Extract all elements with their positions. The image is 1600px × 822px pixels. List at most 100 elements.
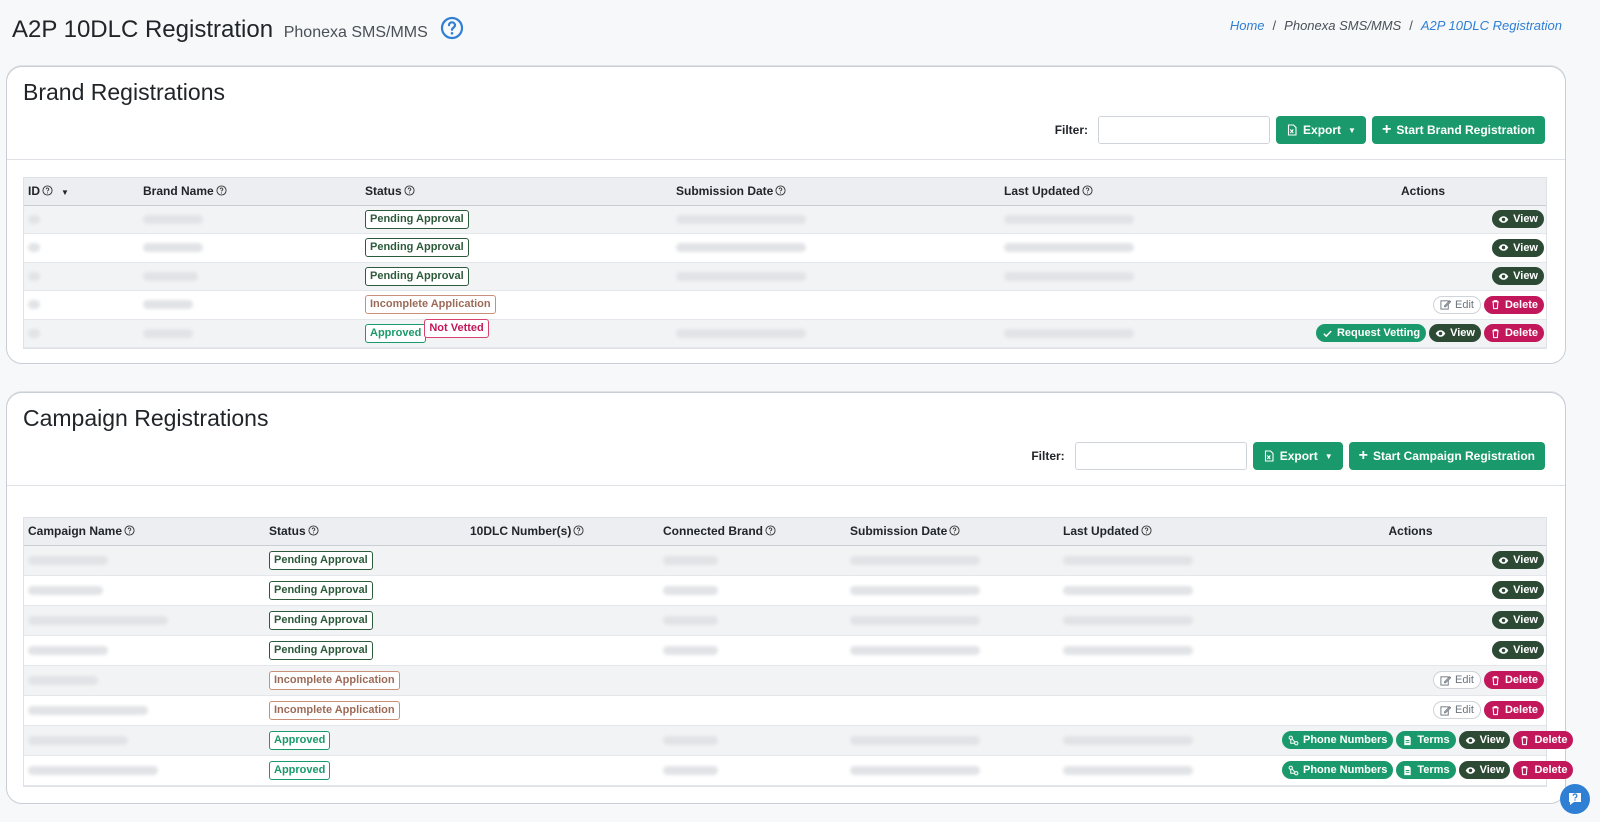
start-brand-registration-button[interactable]: + Start Brand Registration [1371,116,1545,144]
edit-button[interactable]: Edit [1433,701,1481,719]
redacted-value [143,214,203,224]
view-button[interactable]: View [1492,611,1544,629]
submission-date-cell [846,545,1059,576]
campaign-filter-input[interactable] [1074,442,1247,470]
question-circle-icon [216,185,227,196]
view-button-label: View [1513,241,1538,254]
actions-cell: Edit Delete [1275,695,1546,726]
request-vetting-button-label: Request Vetting [1336,327,1421,340]
table-row: Approved Phone Numbers Terms View Delete [24,755,1574,786]
eye-icon [1465,766,1475,774]
redacted-value [1063,555,1193,565]
connected-brand-cell [659,695,846,726]
column-header-submission-date: Submission Date [846,518,1059,546]
table-row: Pending Approval View [24,575,1546,606]
status-cell: Approved [265,755,466,786]
column-header-actions: Actions [1300,178,1546,206]
start-campaign-registration-button[interactable]: + Start Campaign Registration [1348,442,1545,470]
view-button[interactable]: View [1492,267,1544,286]
view-button-label: View [1450,327,1475,340]
brand-name-cell [139,319,361,348]
status-badge: Approved [269,760,331,780]
actions-cell: View [1300,233,1546,263]
sort-desc-icon[interactable]: ▼ [61,188,69,197]
status-badge: Pending Approval [365,266,469,286]
view-button[interactable]: View [1429,324,1481,343]
redacted-value [28,300,40,310]
view-button[interactable]: View [1492,238,1544,257]
breadcrumb-home[interactable]: Home [1230,18,1265,33]
delete-button[interactable]: Delete [1513,731,1574,749]
delete-button[interactable]: Delete [1513,761,1574,779]
question-circle-icon[interactable] [440,16,464,40]
submission-date-cell [672,262,1000,291]
breadcrumb-current[interactable]: A2P 10DLC Registration [1421,18,1562,33]
phone-numbers-icon [1288,765,1299,775]
request-vetting-button[interactable]: Request Vetting [1315,324,1427,343]
brand-table-header-row: ID ▼ Brand Name Status Submission Date La… [24,178,1546,206]
10dlc-numbers-cell [466,575,659,606]
delete-button[interactable]: Delete [1483,295,1544,314]
redacted-value [28,214,40,224]
last-updated-cell [1000,319,1300,348]
redacted-value [663,555,718,565]
column-header-id[interactable]: ID ▼ [24,178,139,206]
eye-icon [1498,244,1509,252]
question-circle-icon [775,185,786,196]
question-circle-icon [124,525,135,536]
actions-cell: View [1300,262,1546,291]
file-excel-icon [1264,450,1274,462]
breadcrumb-separator: / [1409,18,1413,33]
edit-button-label: Edit [1455,704,1474,716]
edit-button[interactable]: Edit [1433,671,1481,689]
edit-button[interactable]: Edit [1433,295,1481,314]
connected-brand-cell [659,605,846,636]
brand-export-button[interactable]: Export ▼ [1276,116,1366,144]
last-updated-cell [1059,695,1275,726]
breadcrumb: Home / Phonexa SMS/MMS / A2P 10DLC Registrat… [1230,18,1562,33]
column-header-connected-brand: Connected Brand [659,518,846,546]
status-badge: Pending Approval [269,550,373,570]
view-button[interactable]: View [1492,210,1544,229]
terms-button[interactable]: Terms [1396,761,1456,779]
view-button-label: View [1513,554,1538,566]
redacted-value [676,214,806,224]
connected-brand-cell [659,545,846,576]
delete-button[interactable]: Delete [1483,671,1544,689]
view-button[interactable]: View [1492,551,1544,569]
table-row: Pending Approval View [24,635,1546,666]
view-button[interactable]: View [1492,581,1544,599]
question-circle-icon [1141,525,1152,536]
breadcrumb-sms-mms: Phonexa SMS/MMS [1284,18,1402,33]
10dlc-numbers-cell [466,605,659,636]
phone-numbers-button[interactable]: Phone Numbers [1282,761,1394,779]
phone-numbers-icon [1288,735,1299,745]
delete-button-label: Delete [1504,327,1538,340]
view-button[interactable]: View [1458,731,1511,749]
delete-button[interactable]: Delete [1483,324,1544,343]
redacted-value [28,271,40,281]
terms-button[interactable]: Terms [1396,731,1456,749]
delete-button[interactable]: Delete [1483,701,1544,719]
redacted-value [676,328,806,338]
view-button[interactable]: View [1458,761,1511,779]
status-badge: Approved [269,730,331,750]
delete-button-label: Delete [1504,298,1538,311]
actions-cell: Edit Delete [1275,665,1546,696]
redacted-value [28,615,168,625]
edit-button-label: Edit [1455,674,1474,686]
chevron-down-icon: ▼ [1348,125,1356,135]
status-cell: Pending Approval [265,575,466,606]
view-button-label: View [1479,734,1505,746]
delete-button-label: Delete [1504,704,1538,716]
brand-filter-input[interactable] [1098,116,1271,144]
phone-numbers-button[interactable]: Phone Numbers [1282,731,1394,749]
last-updated-cell [1059,665,1275,696]
campaign-export-button[interactable]: Export ▼ [1252,442,1343,470]
column-header-submission-date: Submission Date [672,178,1000,206]
10dlc-numbers-cell [466,755,659,786]
view-button[interactable]: View [1492,641,1544,659]
chat-help-button[interactable] [1560,784,1590,814]
redacted-value [28,645,108,655]
campaign-table-header-row: Campaign Name Status 10DLC Number(s) Con… [24,518,1546,546]
